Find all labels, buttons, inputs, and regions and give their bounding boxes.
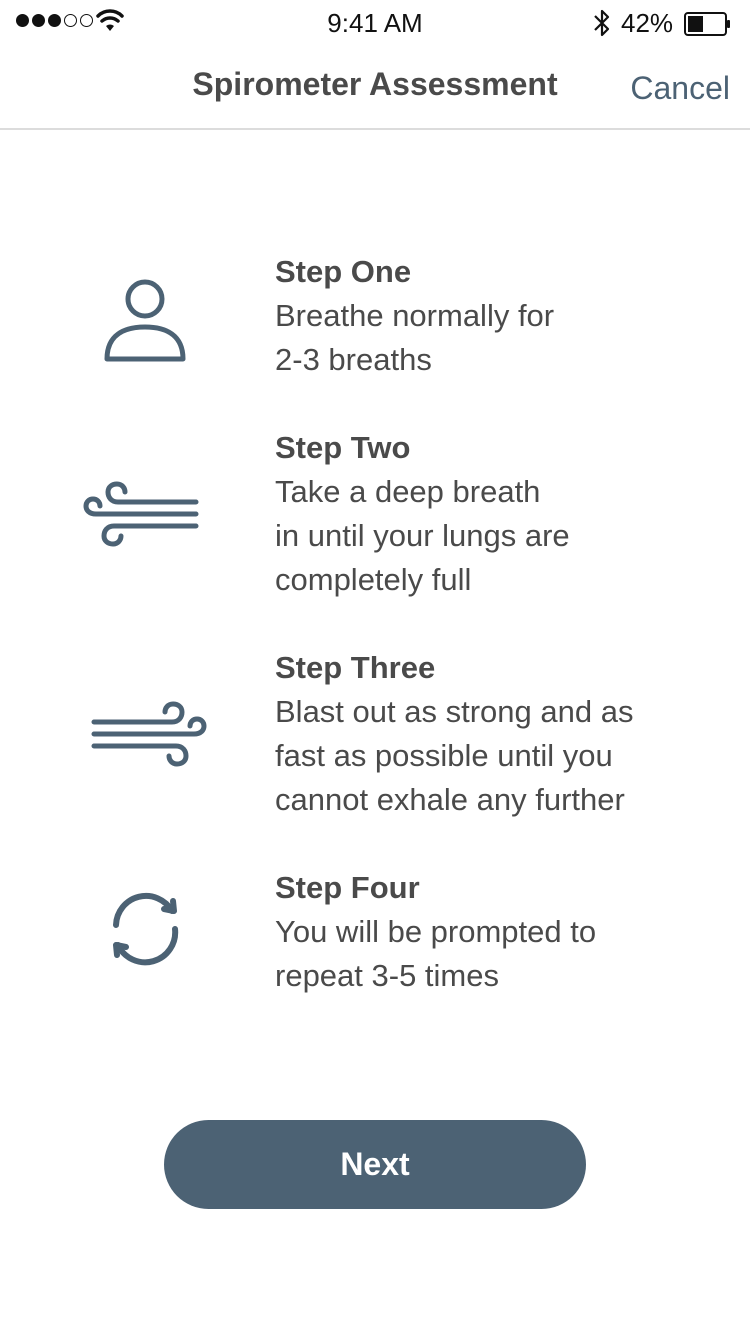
step-description: Breathe normally for 2-3 breaths bbox=[275, 298, 555, 377]
step-title: Step Four bbox=[275, 870, 420, 905]
next-button[interactable]: Next bbox=[164, 1120, 586, 1209]
status-bar: 9:41 AM 42% bbox=[0, 0, 750, 44]
battery-icon bbox=[684, 12, 730, 36]
step-title: Step Three bbox=[275, 650, 436, 685]
wind-out-icon bbox=[91, 701, 207, 767]
step-description: You will be prompted to repeat 3-5 times bbox=[275, 914, 597, 993]
nav-bar: Spirometer Assessment Cancel bbox=[0, 44, 750, 130]
repeat-icon bbox=[113, 892, 179, 966]
wind-in-icon bbox=[83, 481, 199, 547]
step-description: Blast out as strong and as fast as possi… bbox=[275, 694, 634, 817]
step-title: Step One bbox=[275, 254, 412, 289]
screen: 9:41 AM 42% Spirometer Assessment Cancel… bbox=[0, 0, 750, 1334]
cancel-button[interactable]: Cancel bbox=[630, 70, 730, 107]
step-description: Take a deep breath in until your lungs a… bbox=[275, 474, 570, 597]
step-title: Step Two bbox=[275, 430, 411, 465]
bluetooth-icon bbox=[594, 9, 610, 37]
battery-percent: 42% bbox=[621, 8, 674, 38]
person-icon bbox=[104, 279, 186, 362]
